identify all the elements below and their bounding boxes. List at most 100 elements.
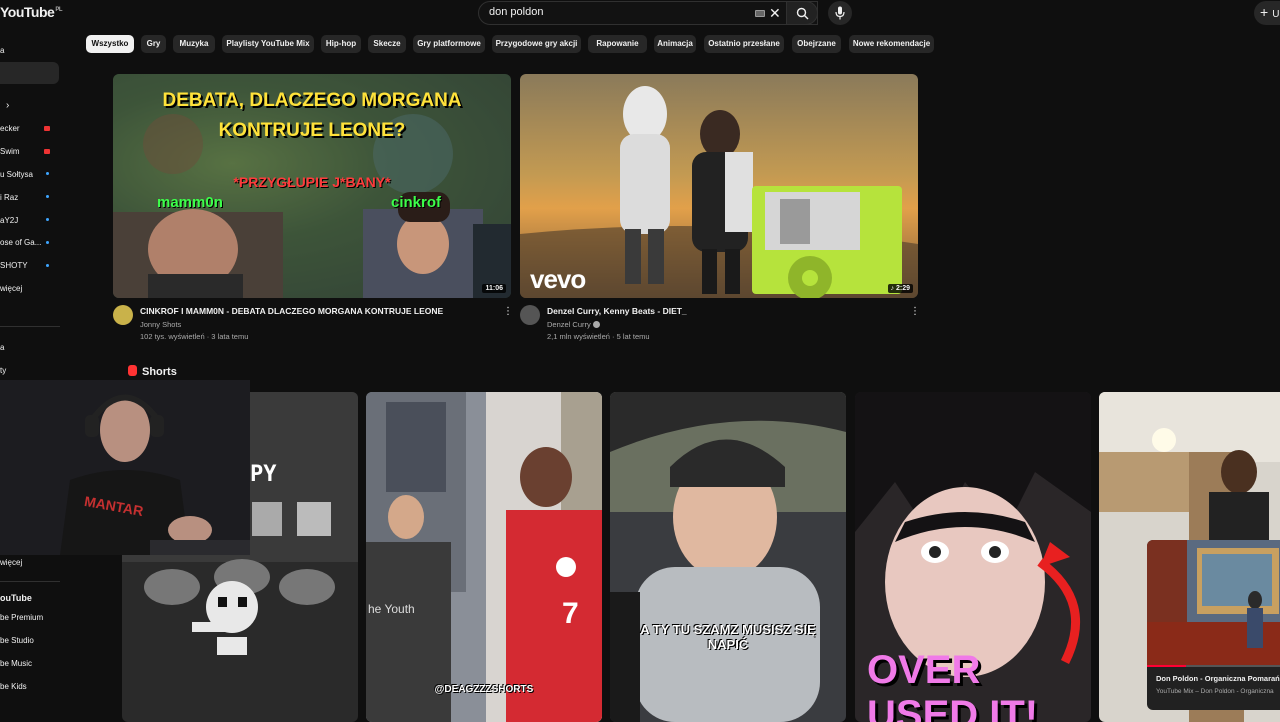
chip-platformers[interactable]: Gry platformowe [413,35,485,53]
shorts-heading-text: Shorts [142,366,177,378]
chip-youtube-mix[interactable]: Playlisty YouTube Mix [222,35,314,53]
search-input[interactable] [489,6,729,18]
video-meta: 2,1 mln wyświetleń · 5 lat temu [547,332,650,341]
chip-animation[interactable]: Animacja [654,35,696,53]
new-content-dot [46,195,49,198]
thumbnail-right-name: cinkrof [391,194,442,211]
create-label: U [1272,9,1280,20]
chip-new-recommendations[interactable]: Nowe rekomendacje [849,35,934,53]
sidebar-item[interactable]: be Premium [0,613,43,622]
short-card[interactable]: OVER USED IT! [855,392,1091,722]
new-content-dot [46,264,49,267]
sidebar-item[interactable]: ouTube [0,593,32,603]
clear-search-icon[interactable]: ✕ [769,5,781,22]
chip-rap[interactable]: Rapowanie [588,35,647,53]
chip-music[interactable]: Muzyka [173,35,215,53]
channel-name[interactable]: Jonny Shots [140,320,181,329]
sidebar-item[interactable]: u Sołtysa [0,170,33,179]
channel-name[interactable]: Denzel Curry [547,320,600,329]
shirt-number: 7 [562,597,579,630]
chip-hiphop[interactable]: Hip-hop [321,35,361,53]
shorts-icon [128,365,137,376]
progress-track[interactable] [1147,665,1280,667]
sidebar-item[interactable]: be Music [0,659,32,668]
video-thumbnail[interactable]: vevo ♪ 2:29 [520,74,918,298]
live-icon [44,126,50,131]
channel-name-text: Denzel Curry [547,320,591,329]
more-options-icon[interactable]: ⋮ [910,306,920,317]
short-caption: A TY TU SZAMZ MUSISZ SIĘ NAPIĆ [640,622,816,652]
sidebar-item[interactable]: więcej [0,284,22,293]
chip-all[interactable]: Wszystko [86,35,134,53]
chip-action-adventure[interactable]: Przygodowe gry akcji [492,35,581,53]
sidebar-item[interactable]: i Raz [0,193,18,202]
video-title[interactable]: Denzel Curry, Kenny Beats - DIET_ [547,306,687,316]
live-icon [44,149,50,154]
sidebar: a ecker Swim u Sołtysa i Raz aY2J ose of Ga...… [0,26,70,720]
webcam-overlay: MANTAR [0,380,250,555]
sidebar-item[interactable]: ecker [0,124,20,133]
verified-icon [592,321,600,328]
new-content-dot [46,241,49,244]
plus-icon: + [1260,4,1269,20]
short-card[interactable]: 7 he Youth @DEAGZZZSHORTS [366,392,602,722]
street-art [366,392,602,722]
search-button[interactable] [786,1,818,25]
sidebar-item[interactable]: a [0,343,4,352]
shirt-text: he Youth [368,602,415,616]
top-bar: YouTubePL ✕ +U [0,0,1280,26]
sidebar-item[interactable]: be Studio [0,636,34,645]
sidebar-item[interactable]: ty [0,366,6,375]
create-button[interactable]: + U [1254,1,1280,25]
miniplayer-video [1147,540,1280,665]
keyboard-icon[interactable] [755,10,765,17]
sidebar-divider [0,581,60,582]
miniplayer-title[interactable]: Don Poldon - Organiczna Pomarańcz [1156,674,1280,683]
more-options-icon[interactable]: ⋮ [503,306,513,317]
short-card[interactable]: A TY TU SZAMZ MUSISZ SIĘ NAPIĆ [610,392,846,722]
region-label: PL [55,7,62,14]
sidebar-item[interactable]: SHOTY [0,261,28,270]
new-content-dot [46,172,49,175]
chip-recently-uploaded[interactable]: Ostatnio przesłane [704,35,784,53]
vevo-logo: vevo [530,264,586,294]
sidebar-item[interactable]: a [0,46,4,55]
search-icon [796,7,809,20]
shorts-heading: Shorts [128,365,177,378]
streamer-art [0,380,250,555]
voice-search-button[interactable] [828,1,852,25]
short-caption: OVER USED IT! [867,648,1039,722]
search-box[interactable]: ✕ [478,1,818,25]
thumbnail-title-line1: DEBATA, DLACZEGO MORGANA [162,90,462,111]
video-duration: 11:06 [482,284,506,293]
sidebar-item[interactable]: ose of Ga... [0,238,41,247]
progress-fill [1147,665,1187,667]
thumbnail-subtitle: *PRZYGŁUPIE J*BANY* [233,174,391,190]
sidebar-item[interactable]: be Kids [0,682,27,691]
car-interior-art [610,392,846,722]
sidebar-divider [0,326,60,327]
sidebar-item[interactable]: aY2J [0,216,18,225]
channel-avatar[interactable] [113,305,133,325]
thumbnail-left-name: mamm0n [157,194,223,211]
youtube-logo[interactable]: YouTubePL [0,4,62,20]
microphone-icon [835,6,845,20]
video-meta: 102 tys. wyświetleń · 3 lata temu [140,332,249,341]
miniplayer-subtitle: YouTube Mix – Don Poldon - Organiczna [1156,688,1274,695]
video-thumbnail[interactable]: DEBATA, DLACZEGO MORGANA KONTRUJE LEONE?… [113,74,511,298]
video-title[interactable]: CINKROF I MAMM0N - DEBATA DLACZEGO MORGA… [140,306,443,316]
channel-avatar[interactable] [520,305,540,325]
chip-watched[interactable]: Obejrzane [792,35,841,53]
sidebar-item[interactable]: Swim [0,147,20,156]
miniplayer[interactable]: Don Poldon - Organiczna Pomarańcz YouTub… [1147,540,1280,710]
video-duration: ♪ 2:29 [887,284,913,293]
logo-text: YouTube [0,4,55,20]
chip-sketches[interactable]: Skecze [368,35,406,53]
thumbnail-title-line2: KONTRUJE LEONE? [218,120,406,141]
sidebar-item[interactable]: więcej [0,558,22,567]
new-content-dot [46,218,49,221]
chevron-right-icon[interactable]: › [6,100,9,111]
short-caption: @DEAGZZZSHORTS [434,684,534,695]
sidebar-active-highlight [0,62,59,84]
chip-games[interactable]: Gry [141,35,166,53]
